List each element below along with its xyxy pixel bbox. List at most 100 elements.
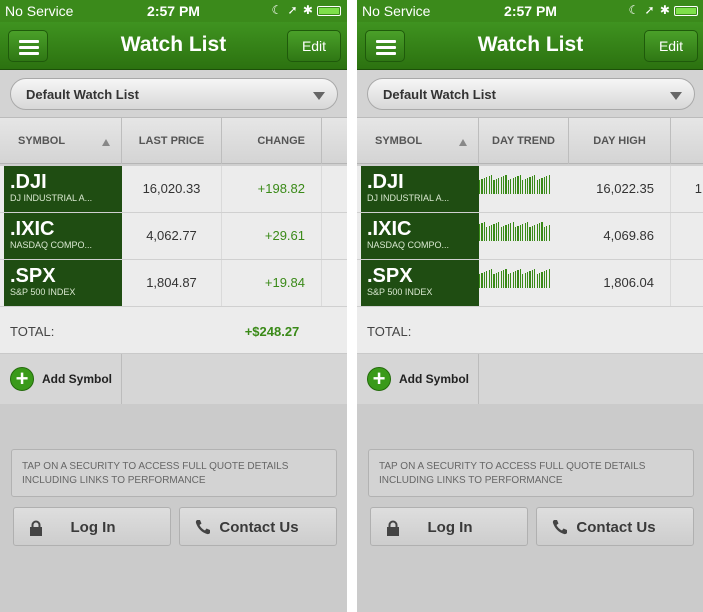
symbol-name: S&P 500 INDEX: [367, 287, 433, 297]
login-label: Log In: [427, 519, 473, 536]
watchlist-screen-trend-view: No Service 2:57 PM ☾ ➚ ✱ Watch List Edit…: [357, 0, 703, 612]
sparkline-bar: [500, 271, 502, 288]
watchlist-picker-bar: Default Watch List: [357, 70, 703, 117]
contact-us-button[interactable]: Contact Us: [536, 507, 694, 546]
sparkline-bar: [491, 269, 493, 288]
contact-us-label: Contact Us: [219, 519, 299, 536]
sparkline-bar: [524, 273, 526, 288]
sparkline-bar: [529, 227, 531, 241]
symbol-cell[interactable]: .IXIC NASDAQ COMPO...: [361, 213, 479, 259]
symbol-cell[interactable]: .DJI DJ INDUSTRIAL A...: [4, 166, 122, 212]
table-row[interactable]: .DJI DJ INDUSTRIAL A... 16,020.33 +198.8…: [0, 166, 347, 213]
day-high-cell: 1,806.04: [569, 260, 671, 306]
sparkline-bar: [491, 175, 493, 194]
column-header-change[interactable]: CHANGE: [222, 118, 322, 164]
symbol-ticker: .IXIC: [10, 218, 55, 240]
column-header-last-price[interactable]: LAST PRICE: [122, 118, 222, 164]
last-price-cell: 4,062.77: [122, 213, 222, 259]
info-box: TAP ON A SECURITY TO ACCESS FULL QUOTE D…: [11, 449, 337, 497]
add-symbol-label: Add Symbol: [399, 372, 470, 386]
symbol-cell[interactable]: .SPX S&P 500 INDEX: [4, 260, 122, 306]
sort-ascending-icon: [459, 139, 467, 146]
sparkline-bar: [507, 224, 509, 241]
sparkline-bar: [503, 226, 505, 241]
sparkline-bar: [527, 178, 529, 194]
sparkline-bar: [488, 270, 490, 288]
table-row[interactable]: .SPX S&P 500 INDEX 1,804.87 +19.84: [0, 260, 347, 307]
sparkline-bar: [531, 176, 533, 194]
symbol-name: S&P 500 INDEX: [10, 287, 76, 297]
column-header-day-trend[interactable]: DAY TREND: [479, 118, 569, 164]
sparkline-bar: [524, 179, 526, 194]
contact-us-button[interactable]: Contact Us: [179, 507, 337, 546]
symbol-name: DJ INDUSTRIAL A...: [367, 193, 450, 203]
login-button[interactable]: Log In: [13, 507, 171, 546]
sparkline-bar: [479, 180, 481, 194]
symbol-cell[interactable]: .DJI DJ INDUSTRIAL A...: [361, 166, 479, 212]
sparkline-bar: [495, 273, 497, 288]
watchlist-selected: Default Watch List: [26, 87, 139, 102]
sparkline-bar: [546, 270, 548, 288]
sparkline-bar: [515, 271, 517, 288]
column-header-symbol[interactable]: SYMBOL: [0, 118, 122, 164]
symbol-ticker: .DJI: [367, 171, 404, 193]
nav-bar: Watch List Edit: [357, 22, 703, 70]
sparkline-bar: [527, 222, 529, 241]
sparkline-bar: [524, 223, 526, 241]
symbol-ticker: .SPX: [10, 265, 56, 287]
table-row[interactable]: .SPX S&P 500 INDEX 1,806.04: [357, 260, 703, 307]
last-price-cell: 16,020.33: [122, 166, 222, 212]
sparkline-bar: [519, 225, 521, 241]
sparkline-bar: [522, 224, 524, 241]
sparkline-bar: [517, 226, 519, 241]
sparkline-bar: [534, 225, 536, 241]
edit-button[interactable]: Edit: [287, 30, 341, 62]
column-header-day-high[interactable]: DAY HIGH: [569, 118, 671, 164]
sparkline-bar: [503, 270, 505, 288]
sparkline-bar: [519, 175, 521, 194]
column-header-symbol[interactable]: SYMBOL: [357, 118, 479, 164]
symbol-cell[interactable]: .SPX S&P 500 INDEX: [361, 260, 479, 306]
day-high-cell: 4,069.86: [569, 213, 671, 259]
sparkline-bar: [488, 176, 490, 194]
sparkline-bar: [483, 178, 485, 194]
chevron-down-icon: [670, 92, 682, 100]
sparkline-bar: [548, 175, 550, 194]
sparkline-bar: [529, 177, 531, 194]
symbol-cell[interactable]: .IXIC NASDAQ COMPO...: [4, 213, 122, 259]
sparkline-bar: [531, 226, 533, 241]
sparkline-bar: [507, 180, 509, 194]
table-row[interactable]: .IXIC NASDAQ COMPO... 4,062.77 +29.61: [0, 213, 347, 260]
table-row[interactable]: .DJI DJ INDUSTRIAL A... 16,022.35 1: [357, 166, 703, 213]
watchlist-dropdown[interactable]: Default Watch List: [367, 78, 695, 110]
watchlist-dropdown[interactable]: Default Watch List: [10, 78, 338, 110]
watchlist-screen-price-view: No Service 2:57 PM ☾ ➚ ✱ Watch List Edit…: [0, 0, 347, 612]
sparkline-bar: [512, 272, 514, 288]
change-cell: +29.61: [222, 213, 322, 259]
sparkline-bar: [515, 177, 517, 194]
sparkline-bar: [486, 227, 488, 241]
sparkline-bar: [536, 224, 538, 241]
sparkline-bar: [534, 175, 536, 194]
total-row: TOTAL:: [357, 307, 703, 354]
table-row[interactable]: .IXIC NASDAQ COMPO... 4,069.86: [357, 213, 703, 260]
watchlist-selected: Default Watch List: [383, 87, 496, 102]
sparkline-bar: [539, 273, 541, 288]
status-icons: ☾ ➚ ✱: [271, 3, 341, 17]
login-button[interactable]: Log In: [370, 507, 528, 546]
symbol-name: NASDAQ COMPO...: [367, 240, 450, 250]
sparkline-bar: [541, 222, 543, 241]
battery-icon: [674, 5, 698, 16]
sparkline-bar: [512, 222, 514, 241]
edit-button[interactable]: Edit: [644, 30, 698, 62]
sparkline-bar: [503, 176, 505, 194]
symbol-ticker: .SPX: [367, 265, 413, 287]
add-symbol-button[interactable]: + Add Symbol: [357, 354, 479, 404]
info-text: TAP ON A SECURITY TO ACCESS FULL QUOTE D…: [22, 461, 289, 486]
sparkline-bar: [495, 179, 497, 194]
sparkline-bar: [491, 225, 493, 241]
add-symbol-button[interactable]: + Add Symbol: [0, 354, 122, 404]
day-trend-sparkline: [479, 219, 553, 241]
plus-icon: +: [10, 367, 34, 391]
sparkline-bar: [546, 176, 548, 194]
